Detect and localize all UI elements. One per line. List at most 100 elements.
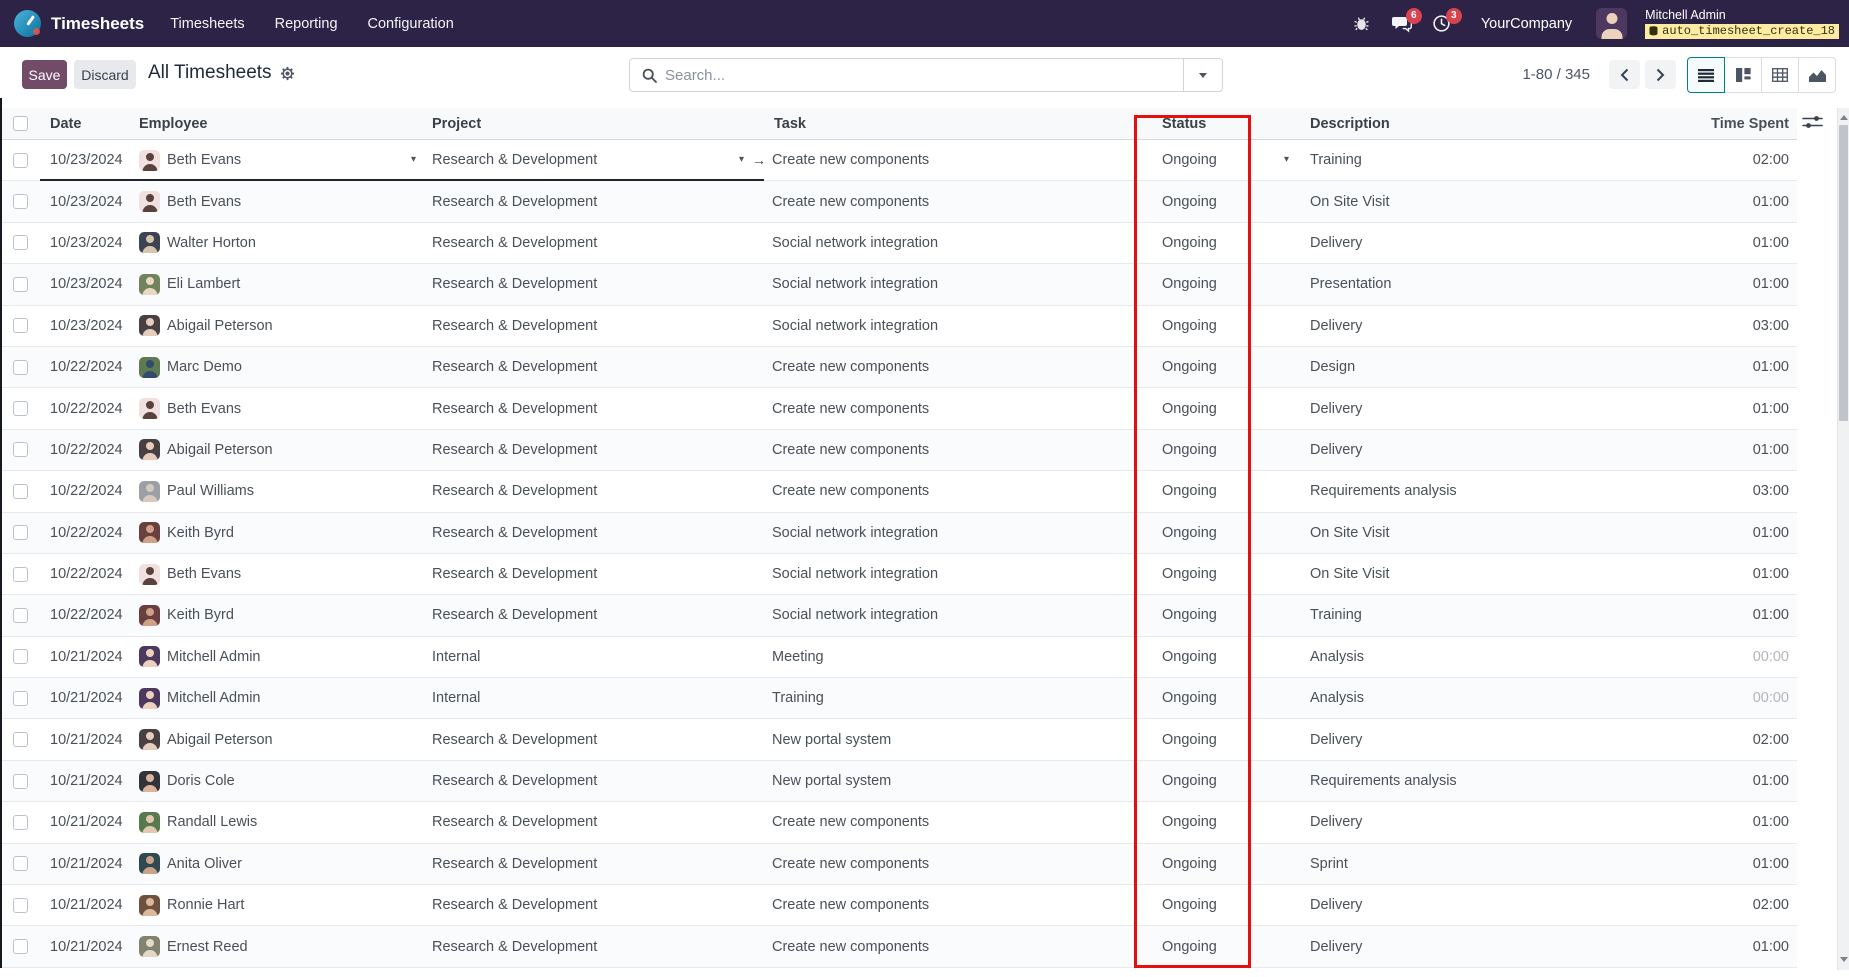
column-header-date[interactable]: Date bbox=[40, 108, 136, 139]
time-spent-cell[interactable]: 02:00 bbox=[1625, 719, 1797, 759]
employee-cell[interactable]: Abigail Peterson bbox=[136, 306, 430, 346]
table-row[interactable]: 10/21/2024Doris ColeResearch & Developme… bbox=[0, 761, 1797, 802]
employee-cell[interactable]: Eli Lambert bbox=[136, 264, 430, 304]
description-cell[interactable]: Design bbox=[1295, 347, 1625, 387]
date-cell[interactable]: 10/22/2024 bbox=[40, 554, 136, 594]
time-spent-cell[interactable]: 01:00 bbox=[1625, 554, 1797, 594]
project-cell[interactable]: Research & Development bbox=[430, 802, 770, 842]
time-spent-cell[interactable]: 01:00 bbox=[1625, 347, 1797, 387]
column-header-status[interactable]: Status bbox=[1140, 108, 1295, 139]
status-cell[interactable]: Ongoing bbox=[1140, 471, 1295, 511]
project-cell[interactable]: Research & Development bbox=[430, 181, 770, 221]
date-cell[interactable]: 10/21/2024 bbox=[40, 926, 136, 966]
employee-cell[interactable]: Ronnie Hart bbox=[136, 885, 430, 925]
time-spent-cell[interactable]: 01:00 bbox=[1625, 181, 1797, 221]
time-spent-cell[interactable]: 01:00 bbox=[1625, 513, 1797, 553]
row-checkbox[interactable] bbox=[13, 153, 28, 168]
description-cell[interactable]: Delivery bbox=[1295, 719, 1625, 759]
pivot-view-button[interactable] bbox=[1761, 57, 1799, 93]
description-cell[interactable]: Delivery bbox=[1295, 223, 1625, 263]
row-checkbox[interactable] bbox=[13, 649, 28, 664]
status-cell[interactable]: Ongoing bbox=[1140, 264, 1295, 304]
task-cell[interactable]: Social network integration bbox=[770, 223, 1140, 263]
time-spent-cell[interactable]: 01:00 bbox=[1625, 802, 1797, 842]
table-row[interactable]: 10/21/2024Mitchell AdminInternalMeetingO… bbox=[0, 637, 1797, 678]
project-cell[interactable]: Research & Development bbox=[430, 347, 770, 387]
user-menu[interactable]: Mitchell Admin auto_timesheet_create_18 bbox=[1645, 8, 1839, 40]
task-cell[interactable]: Create new components bbox=[770, 844, 1140, 884]
menu-timesheets[interactable]: Timesheets bbox=[170, 16, 244, 32]
row-checkbox[interactable] bbox=[13, 939, 28, 954]
employee-cell[interactable]: Doris Cole bbox=[136, 761, 430, 801]
time-spent-cell[interactable]: 01:00 bbox=[1625, 388, 1797, 428]
time-spent-cell[interactable]: 01:00 bbox=[1625, 430, 1797, 470]
project-cell[interactable]: Research & Development▾→ bbox=[430, 140, 770, 180]
date-cell[interactable]: 10/22/2024 bbox=[40, 595, 136, 635]
task-cell[interactable]: Social network integration bbox=[770, 513, 1140, 553]
activities-clock-icon[interactable]: 3 bbox=[1431, 13, 1453, 35]
description-cell[interactable]: On Site Visit bbox=[1295, 554, 1625, 594]
time-spent-cell[interactable]: 00:00 bbox=[1625, 678, 1797, 718]
project-cell[interactable]: Research & Development bbox=[430, 471, 770, 511]
project-cell[interactable]: Research & Development bbox=[430, 430, 770, 470]
description-cell[interactable]: Delivery bbox=[1295, 388, 1625, 428]
app-title[interactable]: Timesheets bbox=[51, 14, 144, 34]
table-row[interactable]: 10/22/2024Keith ByrdResearch & Developme… bbox=[0, 595, 1797, 636]
project-cell[interactable]: Research & Development bbox=[430, 926, 770, 966]
employee-cell[interactable]: Keith Byrd bbox=[136, 595, 430, 635]
description-cell[interactable]: Sprint bbox=[1295, 844, 1625, 884]
column-header-project[interactable]: Project bbox=[430, 108, 770, 139]
task-cell[interactable]: Create new components bbox=[770, 347, 1140, 387]
row-checkbox[interactable] bbox=[13, 442, 28, 457]
status-cell[interactable]: Ongoing bbox=[1140, 885, 1295, 925]
table-row[interactable]: 10/21/2024Abigail PetersonResearch & Dev… bbox=[0, 719, 1797, 760]
caret-down-icon[interactable]: ▾ bbox=[1284, 155, 1289, 165]
description-cell[interactable]: On Site Visit bbox=[1295, 513, 1625, 553]
description-cell[interactable]: Analysis bbox=[1295, 637, 1625, 677]
task-cell[interactable]: Create new components bbox=[770, 926, 1140, 966]
description-cell[interactable]: Presentation bbox=[1295, 264, 1625, 304]
row-checkbox[interactable] bbox=[13, 815, 28, 830]
time-spent-cell[interactable]: 02:00 bbox=[1625, 885, 1797, 925]
date-cell[interactable]: 10/21/2024 bbox=[40, 678, 136, 718]
vertical-scrollbar[interactable] bbox=[1837, 108, 1849, 970]
debug-bug-icon[interactable] bbox=[1351, 13, 1373, 35]
project-cell[interactable]: Research & Development bbox=[430, 761, 770, 801]
row-checkbox[interactable] bbox=[13, 525, 28, 540]
scrollbar-down-arrow[interactable] bbox=[1838, 952, 1849, 966]
description-cell[interactable]: Requirements analysis bbox=[1295, 471, 1625, 511]
row-checkbox[interactable] bbox=[13, 484, 28, 499]
gear-icon[interactable] bbox=[280, 66, 295, 81]
table-row[interactable]: 10/21/2024Randall LewisResearch & Develo… bbox=[0, 802, 1797, 843]
project-cell[interactable]: Internal bbox=[430, 678, 770, 718]
date-cell[interactable]: 10/21/2024 bbox=[40, 844, 136, 884]
task-cell[interactable]: Create new components bbox=[770, 471, 1140, 511]
project-cell[interactable]: Research & Development bbox=[430, 885, 770, 925]
pager-next-button[interactable] bbox=[1645, 60, 1676, 89]
description-cell[interactable]: Delivery bbox=[1295, 306, 1625, 346]
status-cell[interactable]: Ongoing bbox=[1140, 719, 1295, 759]
employee-cell[interactable]: Paul Williams bbox=[136, 471, 430, 511]
employee-cell[interactable]: Mitchell Admin bbox=[136, 678, 430, 718]
description-cell[interactable]: On Site Visit bbox=[1295, 181, 1625, 221]
employee-cell[interactable]: Beth Evans bbox=[136, 554, 430, 594]
save-button[interactable]: Save bbox=[22, 60, 67, 89]
caret-down-icon[interactable]: ▾ bbox=[739, 155, 744, 165]
pager-previous-button[interactable] bbox=[1609, 60, 1640, 89]
project-cell[interactable]: Research & Development bbox=[430, 223, 770, 263]
task-cell[interactable]: Social network integration bbox=[770, 306, 1140, 346]
date-cell[interactable]: 10/23/2024 bbox=[40, 140, 136, 180]
table-row[interactable]: 10/23/2024Beth Evans▾Research & Developm… bbox=[0, 140, 1797, 181]
select-all-checkbox[interactable] bbox=[13, 116, 28, 131]
description-cell[interactable]: Requirements analysis bbox=[1295, 761, 1625, 801]
status-cell[interactable]: Ongoing bbox=[1140, 223, 1295, 263]
employee-cell[interactable]: Marc Demo bbox=[136, 347, 430, 387]
date-cell[interactable]: 10/23/2024 bbox=[40, 223, 136, 263]
status-cell[interactable]: Ongoing bbox=[1140, 513, 1295, 553]
table-row[interactable]: 10/21/2024Mitchell AdminInternalTraining… bbox=[0, 678, 1797, 719]
user-avatar[interactable] bbox=[1596, 8, 1627, 39]
table-row[interactable]: 10/22/2024Abigail PetersonResearch & Dev… bbox=[0, 430, 1797, 471]
project-cell[interactable]: Research & Development bbox=[430, 388, 770, 428]
date-cell[interactable]: 10/23/2024 bbox=[40, 264, 136, 304]
description-cell[interactable]: Delivery bbox=[1295, 926, 1625, 966]
